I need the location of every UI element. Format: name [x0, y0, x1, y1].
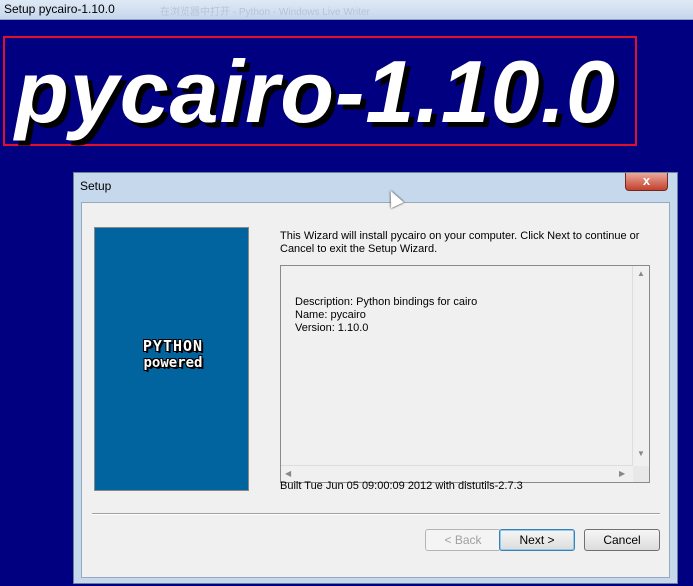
dialog-title: Setup [80, 179, 112, 193]
window-title: Setup pycairo-1.10.0 [4, 2, 115, 16]
name-line: Name: pycairo [295, 309, 366, 321]
close-icon: x [642, 173, 651, 188]
product-banner: pycairo-1.10.0 [3, 36, 637, 146]
description-box[interactable]: Description: Python bindings for cairo N… [280, 265, 650, 483]
build-info: Built Tue Jun 05 09:00:09 2012 with dist… [280, 480, 523, 492]
dialog-content: PYTHON powered This Wizard will install … [81, 202, 670, 578]
scroll-right-icon[interactable]: ▶ [619, 469, 625, 478]
scroll-up-icon[interactable]: ▲ [637, 269, 645, 278]
python-powered-logo: PYTHON powered [128, 338, 218, 378]
cancel-button[interactable]: Cancel [584, 529, 660, 551]
back-button[interactable]: < Back [425, 529, 501, 551]
dialog-titlebar: Setup x [74, 173, 677, 200]
button-separator [92, 513, 660, 515]
scroll-left-icon[interactable]: ◀ [285, 469, 291, 478]
background-window-title: 在浏览器中打开 - Python - Windows Live Writer [160, 7, 370, 18]
scrollbar-corner [633, 466, 649, 482]
logo-line-python: PYTHON [142, 337, 204, 355]
window-titlebar: Setup pycairo-1.10.0 在浏览器中打开 - Python - … [0, 0, 693, 20]
banner-title: pycairo-1.10.0 [15, 42, 616, 141]
scroll-down-icon[interactable]: ▼ [637, 449, 645, 458]
close-button[interactable]: x [625, 173, 668, 191]
description-line: Description: Python bindings for cairo [295, 296, 478, 308]
vertical-scrollbar[interactable]: ▲ ▼ [632, 266, 649, 466]
setup-dialog: Setup x PYTHON powered This Wizard will … [73, 172, 678, 584]
version-line: Version: 1.10.0 [295, 322, 369, 334]
next-button[interactable]: Next > [499, 529, 575, 551]
logo-line-powered: powered [143, 355, 203, 371]
intro-text: This Wizard will install pycairo on your… [280, 230, 640, 255]
description-lines: Description: Python bindings for cairo N… [295, 296, 477, 335]
wizard-sidebar-image: PYTHON powered [94, 227, 249, 491]
